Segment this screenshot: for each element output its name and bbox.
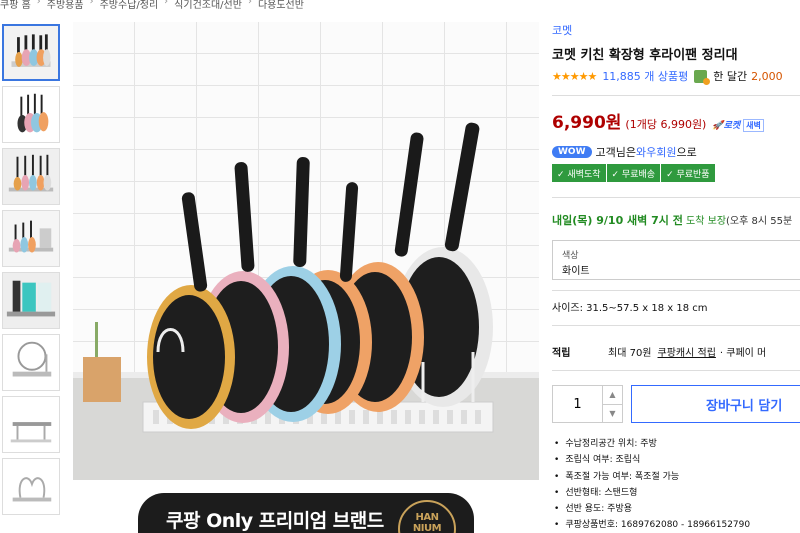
thumbnail[interactable] <box>2 272 60 329</box>
delivery-date: 내일(목) 9/10 새벽 7시 전 <box>552 214 683 227</box>
price-row: 6,990원 (1개당 6,990원) 🚀로켓 새벽 <box>552 108 764 133</box>
divider <box>552 197 800 198</box>
points-label: 적립 <box>552 348 571 359</box>
sale-price: 6,990원 <box>552 113 622 133</box>
review-count-link[interactable]: 11,885 개 상품평 <box>602 68 688 84</box>
breadcrumb-item[interactable]: 주방용품 <box>47 0 84 11</box>
spec-item: 폭조절 가능 여부: 폭조절 가능 <box>554 469 750 485</box>
product-title: 코멧 키친 확장형 후라이팬 정리대 <box>552 48 738 63</box>
thumbnail[interactable] <box>2 210 60 267</box>
benefit-badges: ✓ 새벽도착 ✓ 무료배송 ✓ 무료반품 <box>552 164 716 182</box>
points-row: 적립 최대 70원 쿠팡캐시 적립 · 쿠페이 머 <box>552 344 766 359</box>
wow-text-after: 으로 <box>676 146 697 159</box>
option-label: 색상 <box>562 251 579 261</box>
breadcrumb-separator: › <box>164 0 169 7</box>
breadcrumb-item[interactable]: 쿠팡 홈 <box>0 0 31 11</box>
banner-text: 쿠팡 Only 프리미엄 브랜드 <box>166 510 384 532</box>
points-max: 최대 70원 <box>608 348 652 359</box>
rating-row: ★★★★★ 11,885 개 상품평 한 달간 2,000 <box>552 68 783 85</box>
product-main-image[interactable] <box>73 22 539 480</box>
thumbnail-list <box>2 24 60 520</box>
benefit-dawn-arrival: ✓ 새벽도착 <box>552 164 606 182</box>
dawn-delivery-badge: 새벽 <box>743 119 764 132</box>
breadcrumb-separator: › <box>36 0 41 7</box>
spec-item: 조립식 여부: 조립식 <box>554 452 750 468</box>
quantity-input[interactable] <box>553 386 603 422</box>
spec-item: 선반 용도: 주방용 <box>554 501 750 517</box>
unit-price: (1개당 6,990원) <box>625 118 707 131</box>
brand-logo-icon: HAN NIUM <box>398 500 456 533</box>
thumbnail[interactable] <box>2 86 60 143</box>
spec-item: 수납정리공간 위치: 주방 <box>554 436 750 452</box>
wow-member-link[interactable]: 와우회원 <box>636 144 676 160</box>
spec-item: 쿠팡상품번호: 1689762080 - 18966152790 <box>554 517 750 533</box>
thumbnail[interactable] <box>2 334 60 391</box>
month-sales-label: 한 달간 <box>713 70 748 83</box>
option-value: 화이트 <box>562 266 590 277</box>
breadcrumb-separator: › <box>247 0 252 7</box>
size-info: 사이즈: 31.5~57.5 x 18 x 18 cm <box>552 303 708 314</box>
color-option-select[interactable]: 색상 화이트 <box>552 240 800 280</box>
benefit-free-shipping: ✓ 무료배송 <box>606 164 661 182</box>
star-rating-icon[interactable]: ★★★★★ <box>552 70 597 83</box>
breadcrumb: 쿠팡 홈 › 주방용품 › 주방수납/정리 › 식기건조대/선반 › 다용도선반 <box>0 0 304 11</box>
quantity-stepper: ▲ ▼ <box>552 385 623 423</box>
spec-item: 선반형태: 스탠드형 <box>554 485 750 501</box>
thumbnail[interactable] <box>2 24 60 81</box>
premium-brand-banner[interactable]: 쿠팡 Only 프리미엄 브랜드 HAN NIUM <box>138 493 474 533</box>
add-to-cart-button[interactable]: 장바구니 담기 <box>631 385 800 423</box>
thumbnail[interactable] <box>2 148 60 205</box>
month-sales-count: 2,000 <box>751 69 783 83</box>
wow-text-before: 고객님은 <box>595 146 636 159</box>
points-rest: · 쿠페이 머 <box>719 348 767 359</box>
brand-link[interactable]: 코멧 <box>552 22 572 38</box>
spec-list: 수납정리공간 위치: 주방 조립식 여부: 조립식 폭조절 가능 여부: 폭조절… <box>554 436 750 533</box>
thumbnail[interactable] <box>2 396 60 453</box>
wow-member-row: WOW 고객님은 와우회원 으로 <box>552 144 697 160</box>
divider <box>552 290 800 291</box>
divider <box>552 95 800 96</box>
breadcrumb-item[interactable]: 주방수납/정리 <box>100 0 159 11</box>
quantity-down-icon[interactable]: ▼ <box>603 404 622 423</box>
rocket-delivery-icon: 🚀로켓 <box>712 121 741 131</box>
shopping-bag-icon <box>694 69 711 85</box>
breadcrumb-item[interactable]: 식기건조대/선반 <box>174 0 242 11</box>
breadcrumb-item[interactable]: 다용도선반 <box>258 0 304 11</box>
benefit-free-returns: ✓ 무료반품 <box>661 164 715 182</box>
divider <box>552 370 800 371</box>
delivery-note: (오후 8시 55분 <box>726 216 793 227</box>
delivery-estimate: 내일(목) 9/10 새벽 7시 전 도착 보장(오후 8시 55분 <box>552 212 792 228</box>
divider <box>552 325 800 326</box>
thumbnail[interactable] <box>2 458 60 515</box>
coupang-cash-link[interactable]: 쿠팡캐시 적립 <box>658 344 716 359</box>
delivery-guarantee: 도착 보장 <box>682 216 727 227</box>
wow-badge: WOW <box>552 146 592 158</box>
quantity-up-icon[interactable]: ▲ <box>603 386 622 404</box>
breadcrumb-separator: › <box>89 0 94 7</box>
